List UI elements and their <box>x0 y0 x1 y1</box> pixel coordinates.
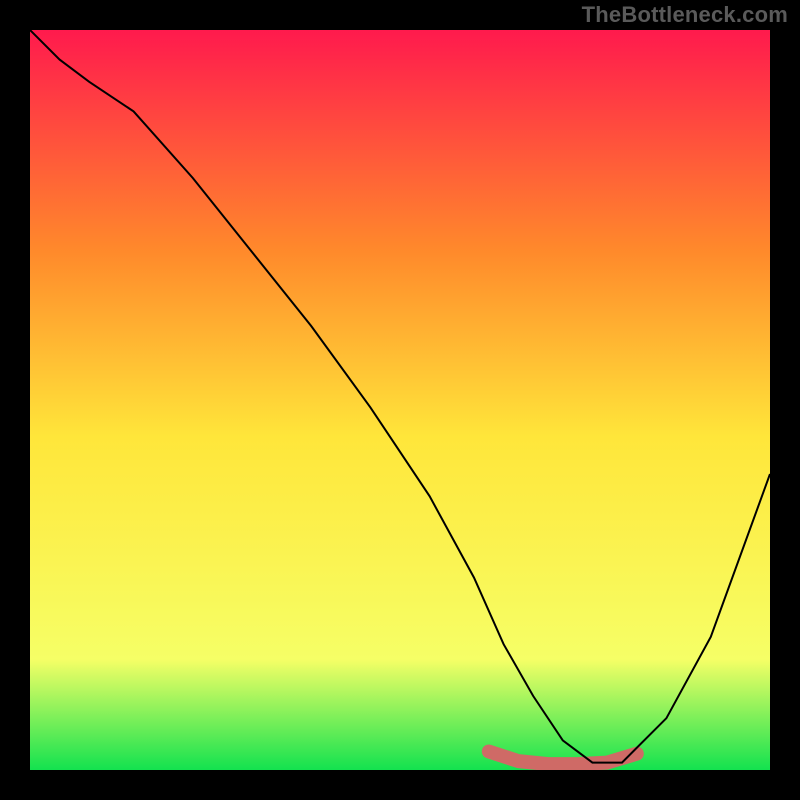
watermark-text: TheBottleneck.com <box>582 2 788 28</box>
plot-area <box>30 30 770 770</box>
chart-svg <box>30 30 770 770</box>
chart-frame: TheBottleneck.com <box>0 0 800 800</box>
gradient-background <box>30 30 770 770</box>
